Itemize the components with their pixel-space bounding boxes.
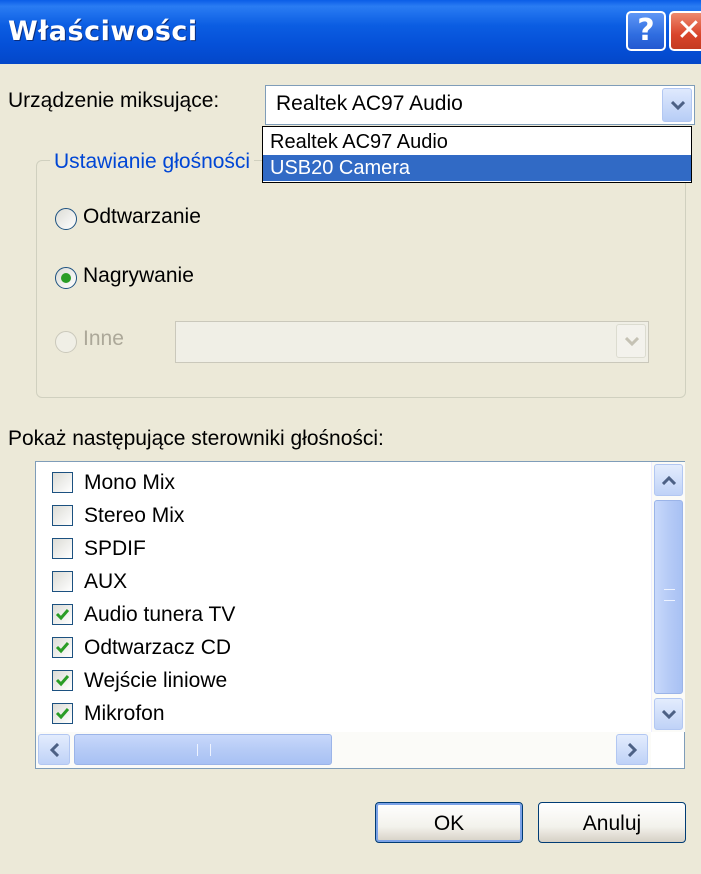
grip-icon [197, 744, 211, 756]
dropdown-option[interactable]: Realtek AC97 Audio [263, 129, 691, 155]
help-icon: ? [637, 13, 655, 48]
chevron-down-icon [671, 101, 685, 111]
scroll-down-button[interactable] [654, 698, 683, 730]
checkbox-checked[interactable] [52, 604, 73, 625]
checkbox[interactable] [52, 472, 73, 493]
list-item-label: SPDIF [84, 537, 146, 560]
mixer-device-value: Realtek AC97 Audio [276, 92, 463, 115]
other-dropdown-button [616, 324, 646, 358]
scroll-right-button[interactable] [616, 734, 648, 765]
vertical-scroll-thumb[interactable] [654, 500, 683, 694]
chevron-left-icon [49, 743, 59, 757]
checkbox-checked[interactable] [52, 637, 73, 658]
checkbox-checked[interactable] [52, 670, 73, 691]
radio-recording-button[interactable] [55, 267, 77, 289]
close-icon: ✕ [676, 13, 701, 48]
title-bar[interactable]: Właściwości ? ✕ [0, 0, 701, 64]
chevron-down-icon [625, 337, 639, 347]
cancel-button[interactable]: Anuluj [538, 802, 686, 843]
mixer-device-dropdown-list[interactable]: Realtek AC97 Audio USB20 Camera [262, 126, 692, 183]
chevron-right-icon [628, 743, 638, 757]
checkmark-icon [55, 609, 70, 621]
mixer-device-select[interactable]: Realtek AC97 Audio [265, 85, 695, 125]
checkbox[interactable] [52, 571, 73, 592]
close-button[interactable]: ✕ [669, 11, 701, 51]
controls-label: Pokaż następujące sterowniki głośności: [8, 427, 384, 450]
checkbox[interactable] [52, 505, 73, 526]
scroll-up-button[interactable] [654, 464, 683, 496]
radio-playback-label: Odtwarzanie [83, 205, 201, 228]
horizontal-scroll-thumb[interactable] [74, 734, 332, 765]
radio-playback-button[interactable] [55, 208, 77, 230]
mixer-device-label: Urządzenie miksujące: [8, 89, 220, 112]
radio-other-button [55, 331, 77, 353]
ok-button[interactable]: OK [375, 802, 523, 843]
list-item-label: AUX [84, 570, 128, 593]
dropdown-button[interactable] [662, 88, 692, 122]
checkbox[interactable] [52, 538, 73, 559]
checkmark-icon [55, 675, 70, 687]
checkmark-icon [55, 642, 70, 654]
checkbox-checked[interactable] [52, 703, 73, 724]
properties-dialog: Właściwości ? ✕ Urządzenie miksujące: Re… [0, 0, 701, 874]
help-button[interactable]: ? [626, 11, 666, 51]
dropdown-option-highlighted[interactable]: USB20 Camera [263, 155, 691, 181]
checkmark-icon [55, 708, 70, 720]
list-item-label: Audio tunera TV [84, 603, 236, 626]
scroll-left-button[interactable] [38, 734, 70, 765]
list-item-label: Stereo Mix [84, 504, 185, 527]
radio-other-label: Inne [83, 327, 124, 350]
list-item-label: Mono Mix [84, 471, 176, 494]
grip-icon [664, 589, 675, 601]
list-item-label: Wejście liniowe [84, 669, 228, 692]
chevron-down-icon [662, 710, 676, 720]
window-title: Właściwości [8, 16, 198, 47]
other-select [175, 321, 649, 363]
list-item-label: Mikrofon [84, 702, 165, 725]
volume-controls-list[interactable]: Mono Mix Stereo Mix SPDIF AUX Audio tune… [35, 461, 685, 769]
volume-group-title: Ustawianie głośności [50, 150, 255, 174]
vertical-scrollbar[interactable] [651, 462, 685, 732]
radio-recording-label: Nagrywanie [83, 264, 194, 287]
list-item-label: Odtwarzacz CD [84, 636, 232, 659]
chevron-up-icon [662, 475, 676, 485]
horizontal-scrollbar[interactable] [36, 732, 651, 768]
